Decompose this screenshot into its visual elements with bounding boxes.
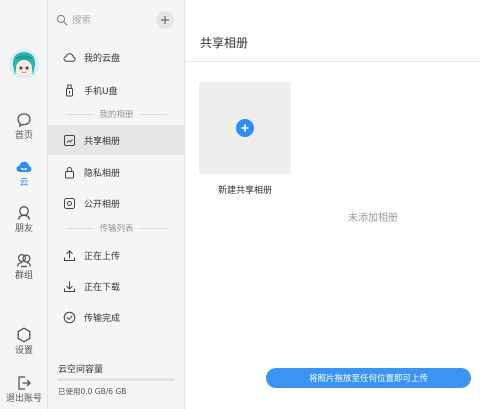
nav-item-label: 传输完成 [84, 313, 121, 324]
rail-item-logout[interactable]: 退出账号 [0, 369, 48, 409]
rail-item-groups[interactable]: 群组 [0, 246, 48, 286]
divider [185, 61, 480, 62]
nav-item-label: 我的云盘 [84, 53, 121, 64]
nav-item-phone-drive[interactable]: 手机U盘 [48, 75, 185, 105]
rail-item-label: 首页 [14, 130, 33, 141]
empty-state-text: 未添加相册 [348, 213, 398, 224]
nav-item-public-album[interactable]: 公开相册 [48, 188, 185, 218]
rail-item-label: 退出账号 [5, 393, 42, 404]
settings-icon [17, 327, 31, 342]
search-input[interactable] [72, 14, 142, 26]
section-transfers: 传输列表 [48, 221, 185, 235]
add-circle-icon [236, 119, 254, 137]
main-panel: 共享相册 新建共享相册 未添加相册 将照片拖放至任何位置即可上传 [185, 0, 480, 409]
divider [66, 113, 95, 115]
logout-icon [18, 375, 31, 390]
nav-item-label: 正在上传 [84, 251, 121, 262]
page-title: 共享相册 [200, 36, 249, 50]
nav-item-my-cloud[interactable]: 我的云盘 [48, 42, 185, 72]
nav-item-completed[interactable]: 传输完成 [48, 302, 185, 332]
nav-item-label: 公开相册 [84, 199, 121, 210]
cloud-icon [16, 161, 32, 172]
upload-icon [64, 249, 75, 261]
left-rail: 首页 云 朋友 群组 设置 退出账号 [0, 0, 48, 409]
public-album-icon [64, 197, 75, 209]
rail-item-label: 朋友 [14, 223, 33, 234]
nav-item-label: 手机U盘 [84, 86, 118, 97]
divider [138, 113, 167, 115]
storage-bar [58, 378, 174, 381]
search-icon [56, 14, 68, 26]
section-label: 我的相册 [99, 110, 134, 120]
avatar[interactable] [9, 49, 39, 79]
nav-panel: 我的云盘 手机U盘 我的相册 共享相册 隐私相册 公开相册 [48, 0, 185, 409]
rail-item-settings[interactable]: 设置 [0, 321, 48, 361]
nav-item-label: 正在下载 [84, 282, 121, 293]
download-icon [64, 280, 75, 292]
new-shared-album-label: 新建共享相册 [217, 186, 272, 196]
friends-icon [17, 205, 31, 220]
avatar-image [9, 49, 39, 79]
drag-upload-button[interactable]: 将照片拖放至任何位置即可上传 [266, 368, 471, 388]
rail-item-label: 群组 [14, 270, 33, 281]
lock-icon [65, 166, 74, 178]
cloud-outline-icon [63, 52, 76, 62]
divider [66, 227, 95, 229]
nav-item-label: 隐私相册 [84, 168, 121, 179]
nav-item-uploading[interactable]: 正在上传 [48, 240, 185, 270]
shared-album-icon [64, 134, 75, 146]
nav-item-label: 共享相册 [84, 136, 121, 147]
rail-item-home[interactable]: 首页 [0, 106, 48, 146]
rail-item-label: 云 [19, 177, 29, 188]
check-circle-icon [63, 311, 76, 323]
nav-item-shared-album[interactable]: 共享相册 [48, 125, 185, 155]
group-icon [16, 253, 32, 267]
search-box [56, 10, 151, 30]
rail-item-friends[interactable]: 朋友 [0, 199, 48, 239]
rail-item-label: 设置 [14, 345, 33, 356]
add-button[interactable] [156, 11, 174, 29]
chat-bubble-icon [17, 112, 31, 127]
rail-item-cloud[interactable]: 云 [0, 153, 48, 193]
new-shared-album-tile[interactable] [199, 82, 291, 174]
usb-drive-icon [66, 84, 73, 96]
nav-item-downloading[interactable]: 正在下载 [48, 271, 185, 301]
divider [138, 227, 167, 229]
nav-item-private-album[interactable]: 隐私相册 [48, 157, 185, 187]
section-my-albums: 我的相册 [48, 107, 185, 121]
storage-usage-text: 已使用0.0 GB/6 GB [58, 387, 127, 396]
storage-title: 云空间容量 [58, 365, 104, 375]
section-label: 传输列表 [99, 224, 134, 234]
plus-icon [161, 16, 169, 24]
